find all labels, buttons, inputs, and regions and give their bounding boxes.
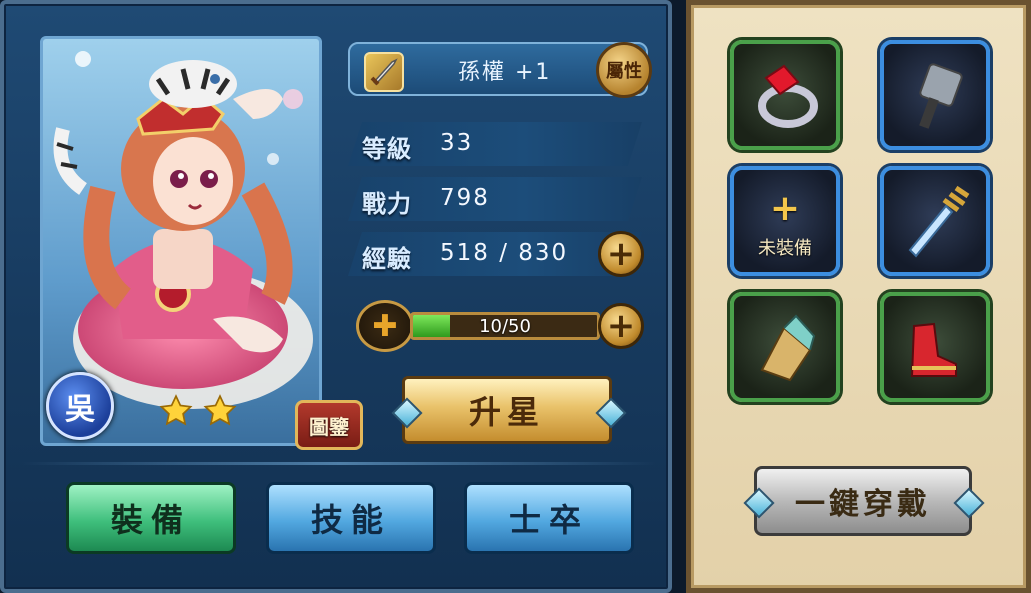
equipment-slot-empty[interactable]: + 未裝備	[730, 166, 840, 276]
exp-value: 518 / 830	[440, 240, 569, 266]
equipment-slot-hammer[interactable]	[880, 40, 990, 150]
attribute-button[interactable]: 屬性	[596, 42, 652, 98]
sword-icon	[364, 52, 404, 92]
upgrade-star-button[interactable]: 升星	[402, 376, 612, 444]
trident-dagger-icon	[908, 185, 970, 258]
level-row: 等級 33	[348, 122, 642, 166]
hero-info-panel: 吳 圖鑒 孫權 +1 屬性 等級 33 戰力 798 經驗 518 / 830 …	[0, 0, 672, 593]
star-rating	[159, 394, 237, 428]
empty-slot-label: 未裝備	[758, 238, 812, 259]
hero-name-bar: 孫權 +1 屬性	[348, 42, 652, 98]
tab-equipment[interactable]: 裝備	[66, 482, 236, 554]
add-shard-button[interactable]: +	[598, 303, 644, 349]
level-value: 33	[440, 130, 474, 156]
boots-icon	[910, 322, 957, 377]
hero-name: 孫權 +1	[458, 60, 552, 85]
gauntlet-icon	[760, 314, 816, 382]
power-label: 戰力	[362, 190, 412, 218]
faction-badge: 吳	[46, 372, 114, 440]
level-label: 等級	[362, 135, 412, 163]
power-value: 798	[440, 185, 490, 211]
shard-progress-text: 10/50	[479, 315, 531, 337]
divider	[22, 462, 656, 465]
tab-skills[interactable]: 技能	[266, 482, 436, 554]
shard-progress-track: 10/50	[410, 312, 600, 340]
equipment-slot-gauntlet[interactable]	[730, 292, 840, 402]
equipment-slot-boots[interactable]	[880, 292, 990, 402]
ring-icon	[758, 64, 818, 128]
tab-soldiers[interactable]: 士卒	[464, 482, 634, 554]
add-equipment-icon: +	[769, 188, 801, 229]
equipment-slot-weapon[interactable]	[880, 166, 990, 276]
add-exp-button[interactable]: +	[598, 231, 644, 277]
codex-button[interactable]: 圖鑒	[295, 400, 363, 450]
equipment-slot-ring[interactable]	[730, 40, 840, 150]
power-row: 戰力 798	[348, 177, 642, 221]
exp-label: 經驗	[362, 245, 412, 273]
equip-all-button[interactable]: 一鍵穿戴	[754, 466, 972, 536]
star-icon	[203, 394, 237, 426]
puzzle-piece-icon: ✚	[356, 300, 414, 352]
hammer-icon	[919, 63, 963, 129]
star-icon	[159, 394, 193, 426]
